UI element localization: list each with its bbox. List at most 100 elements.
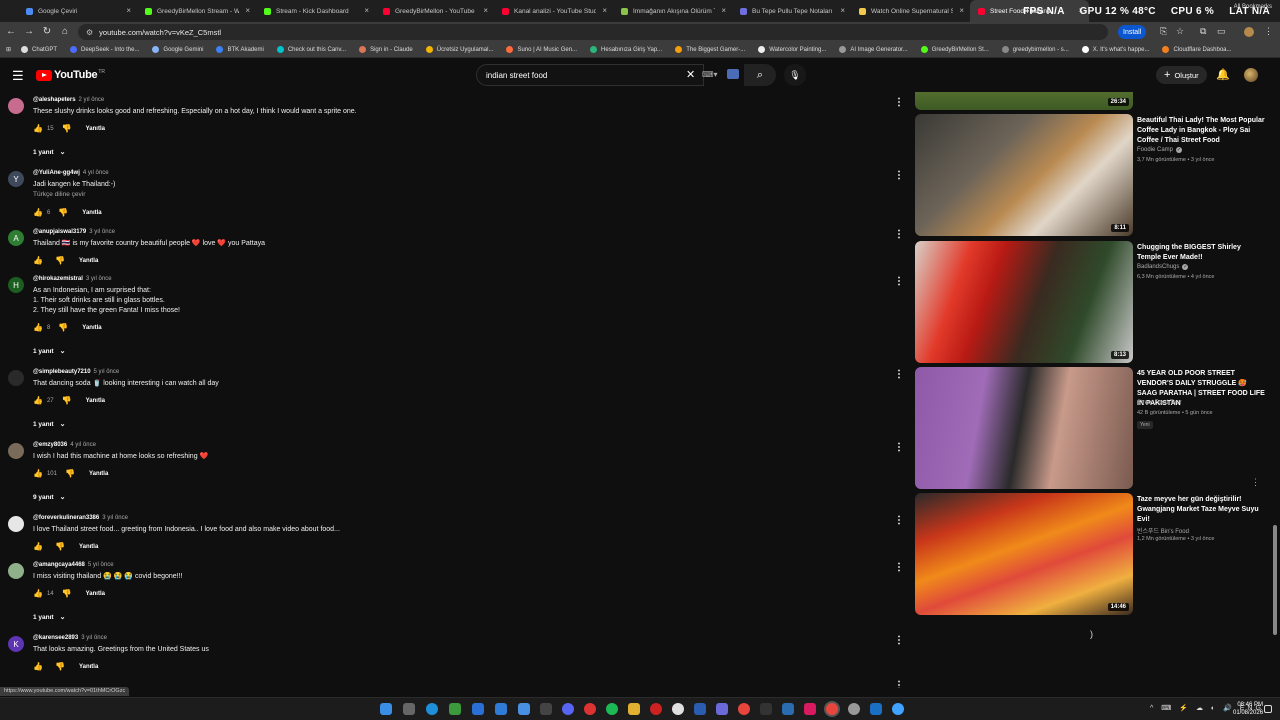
spotify-icon[interactable] [606, 703, 618, 715]
author-handle[interactable]: @YuliAne-gg4wj [33, 170, 80, 176]
author-handle[interactable]: @hirokazemistral [33, 276, 83, 282]
hamburger-menu-icon[interactable]: ☰ [12, 68, 24, 84]
video-thumbnail[interactable]: 14:46 [915, 493, 1133, 615]
page-scrollbar[interactable] [1273, 525, 1277, 635]
address-bar[interactable]: ⚙ youtube.com/watch?v=vKeZ_C5mstl [78, 24, 1108, 40]
browser-tab[interactable]: Stream - Kick Dashboard × [256, 0, 375, 22]
show-replies-button[interactable]: 1 yanıt ⌄ [33, 347, 65, 356]
author-handle[interactable]: @simplebeauty7210 [33, 369, 91, 375]
channel-label[interactable]: Street Food Tour [1137, 400, 1182, 406]
dislike-thumb-icon[interactable]: 👎 [62, 589, 72, 598]
commenter-avatar[interactable] [8, 563, 24, 579]
reply-button[interactable]: Yanıtla [79, 258, 98, 264]
author-handle[interactable]: @aleshapeters [33, 97, 76, 103]
notifications-bell-icon[interactable]: 🔔 [1216, 68, 1230, 81]
show-replies-button[interactable]: 9 yanıt ⌄ [33, 493, 65, 502]
bookmark-item[interactable]: GreedyBirMellon St... [920, 46, 989, 53]
video-title[interactable]: Taze meyve her gün değiştirilir! Gwangja… [1137, 495, 1265, 525]
forward-arrow-icon[interactable]: → [20, 26, 38, 37]
like-thumb-icon[interactable]: 👍 [33, 323, 43, 332]
channel-name[interactable]: Foodie Camp ✓ [1137, 147, 1183, 153]
pin-icon[interactable] [804, 703, 816, 715]
comment-author[interactable]: @hirokazemistral 3 yıl önce [33, 276, 112, 282]
bookmark-item[interactable]: Sign in - Claude [359, 46, 413, 53]
video-title[interactable]: Chugging the BIGGEST Shirley Temple Ever… [1137, 243, 1265, 263]
bookmark-item[interactable]: Cloudflare Dashboa... [1162, 46, 1232, 53]
close-tab-icon[interactable]: × [245, 6, 250, 15]
comment-timestamp[interactable]: 2 yıl önce [79, 97, 105, 103]
kick-studio-icon[interactable] [782, 703, 794, 715]
steam-icon[interactable] [472, 703, 484, 715]
comment-timestamp[interactable]: 3 yıl önce [102, 515, 128, 521]
browser-tab[interactable]: Watch Online Supernatural Sea × [851, 0, 970, 22]
channel-label[interactable]: Foodie Camp [1137, 147, 1173, 153]
video-thumbnail[interactable]: 8:13 [915, 241, 1133, 363]
author-handle[interactable]: @amangcaya4468 [33, 562, 85, 568]
comment-menu-icon[interactable]: ⋮ [894, 97, 904, 108]
dislike-thumb-icon[interactable]: 👎 [55, 256, 65, 265]
browser-tab[interactable]: Kanal analizi - YouTube Studio × [494, 0, 613, 22]
comment-menu-icon[interactable]: ⋮ [894, 229, 904, 240]
voice-search-button[interactable]: 🎙 [784, 64, 806, 86]
comment-menu-icon[interactable]: ⋮ [894, 170, 904, 181]
browser-tab[interactable]: GreedyBirMellon - YouTube × [375, 0, 494, 22]
reply-button[interactable]: Yanıtla [82, 210, 101, 216]
close-tab-icon[interactable]: × [959, 6, 964, 15]
browser-tab[interactable]: GreedyBirMellon Stream - Wat × [137, 0, 256, 22]
video-thumbnail[interactable]: 26:34 [915, 92, 1133, 110]
all-bookmarks-link[interactable]: All Bookmarks [1234, 4, 1272, 10]
video-title[interactable]: Beautiful Thai Lady! The Most Popular Co… [1137, 116, 1265, 146]
close-tab-icon[interactable]: × [483, 6, 488, 15]
bookmark-item[interactable]: AI Image Generator... [839, 46, 908, 53]
show-replies-button[interactable]: 1 yanıt ⌄ [33, 420, 65, 429]
bookmark-item[interactable]: Watercolor Painting... [758, 46, 826, 53]
like-thumb-icon[interactable]: 👍 [33, 589, 43, 598]
comment-author[interactable]: @aleshapeters 2 yıl önce [33, 97, 104, 103]
xbox-icon[interactable] [449, 703, 461, 715]
apps-grid-icon[interactable]: ⊞ [6, 46, 11, 53]
ai-app-icon[interactable] [716, 703, 728, 715]
reply-button[interactable]: Yanıtla [86, 126, 105, 132]
sidepanel-icon[interactable]: ▭ [1217, 26, 1226, 37]
comment-timestamp[interactable]: 3 yıl önce [86, 276, 112, 282]
dislike-thumb-icon[interactable]: 👎 [58, 208, 68, 217]
dislike-thumb-icon[interactable]: 👎 [55, 662, 65, 671]
account-avatar[interactable] [1244, 68, 1258, 82]
comment-menu-icon[interactable]: ⋮ [894, 369, 904, 380]
create-button[interactable]: + Oluştur [1156, 66, 1207, 84]
back-arrow-icon[interactable]: ← [2, 26, 20, 37]
clear-search-icon[interactable]: ✕ [686, 68, 695, 81]
dislike-thumb-icon[interactable]: 👎 [62, 124, 72, 133]
channel-name[interactable]: BadlandsChugs ✓ [1137, 264, 1189, 270]
site-info-icon[interactable]: ⚙ [86, 28, 93, 37]
commenter-avatar[interactable] [8, 443, 24, 459]
record-app-icon[interactable] [650, 703, 662, 715]
like-thumb-icon[interactable]: 👍 [33, 662, 43, 671]
comment-author[interactable]: @simplebeauty7210 5 yıl önce [33, 369, 119, 375]
store-icon[interactable] [495, 703, 507, 715]
author-handle[interactable]: @anupjaiswal3179 [33, 229, 86, 235]
bookmark-item[interactable]: Check out this Canv... [276, 46, 346, 53]
windows-start-icon[interactable] [380, 703, 392, 715]
show-replies-button[interactable]: 1 yanıt ⌄ [33, 613, 65, 622]
bookmark-item[interactable]: DeepSeek - Into the... [70, 46, 139, 53]
comment-author[interactable]: @YuliAne-gg4wj 4 yıl önce [33, 170, 109, 176]
comment-author[interactable]: @karensee2893 3 yıl önce [33, 635, 107, 641]
bookmark-item[interactable]: greedybirmellon - s... [1001, 46, 1069, 53]
comment-menu-icon[interactable]: ⋮ [894, 562, 904, 573]
channel-label[interactable]: 빈스푸드 Bin's Food [1137, 526, 1189, 535]
author-handle[interactable]: @karensee2893 [33, 635, 78, 641]
comment-timestamp[interactable]: 3 yıl önce [89, 229, 115, 235]
dislike-thumb-icon[interactable]: 👎 [62, 396, 72, 405]
comment-menu-icon[interactable]: ⋮ [894, 442, 904, 453]
author-handle[interactable]: @emzy8036 [33, 442, 67, 448]
keyboard-icon[interactable]: ⌨▾ [702, 70, 718, 79]
task-view-icon[interactable] [403, 703, 415, 715]
terminal-icon[interactable] [760, 703, 772, 715]
comment-author[interactable]: @emzy8036 4 yıl önce [33, 442, 96, 448]
chrome-active-icon[interactable] [826, 703, 838, 715]
extensions-icon[interactable]: ⧉ [1200, 26, 1206, 37]
browser-tab[interactable]: İmmağanın Akışına Ölürüm Türk × [613, 0, 732, 22]
bookmark-star-icon[interactable]: ☆ [1176, 26, 1184, 37]
discord-icon[interactable] [562, 703, 574, 715]
